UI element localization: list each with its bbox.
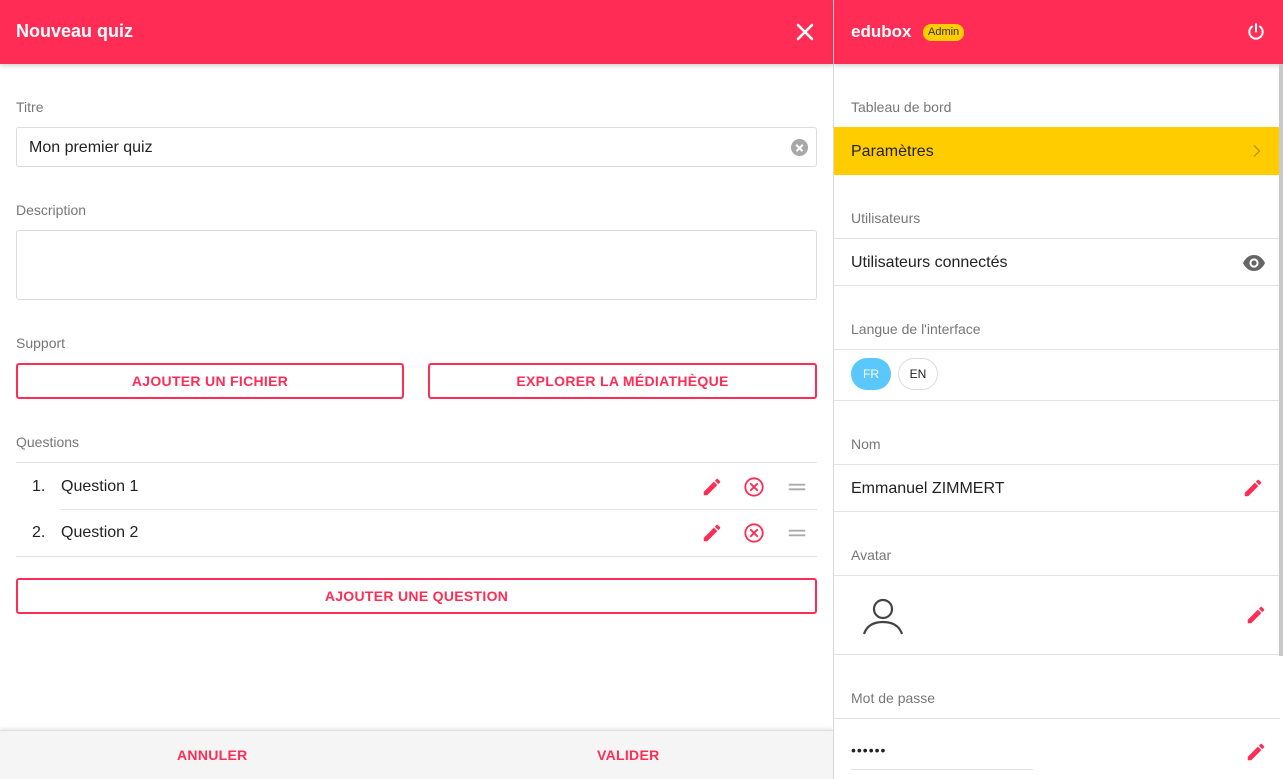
question-row[interactable]: 2. Question 2 [16,509,817,556]
validate-button[interactable]: VALIDER [597,747,660,763]
delete-icon[interactable] [743,476,765,498]
question-text: Question 2 [61,524,139,541]
description-textarea[interactable] [16,230,817,300]
name-value: Emmanuel ZIMMERT [851,480,1005,497]
divider [16,556,817,557]
question-row[interactable]: 1. Question 1 [16,462,817,509]
close-icon[interactable] [795,22,815,42]
sidebar-item-settings[interactable]: Paramètres [834,127,1280,175]
divider [851,769,1033,770]
title-input[interactable]: Mon premier quiz [16,127,817,167]
cancel-button[interactable]: ANNULER [177,747,248,763]
drag-handle-icon[interactable] [786,522,808,544]
description-label: Description [16,202,87,218]
dashboard-label: Tableau de bord [851,99,952,115]
user-avatar-icon [862,598,904,635]
questions-label: Questions [16,434,80,450]
action-bar: ANNULER VALIDER [0,730,833,779]
edit-icon[interactable] [1242,477,1264,499]
password-label: Mot de passe [851,690,936,706]
add-file-button[interactable]: AJOUTER UN FICHIER [16,363,404,399]
chevron-right-icon [1253,145,1261,157]
edit-icon[interactable] [1245,604,1267,626]
edit-icon[interactable] [1245,741,1267,763]
add-question-button[interactable]: AJOUTER UNE QUESTION [16,578,817,614]
sidebar-item-label: Paramètres [851,143,934,160]
explore-media-button[interactable]: EXPLORER LA MÉDIATHÈQUE [428,363,817,399]
settings-sidebar: edubox Admin Tableau de bord Paramètres … [833,0,1283,779]
title-label: Titre [16,99,44,115]
support-label: Support [16,335,66,351]
scrollbar[interactable] [1279,64,1283,656]
name-label: Nom [851,436,881,452]
edit-icon[interactable] [701,522,723,544]
eye-icon[interactable] [1242,253,1266,273]
sidebar-item-label: Utilisateurs connectés [851,254,1008,271]
language-label: Langue de l'interface [851,321,981,337]
edit-icon[interactable] [701,476,723,498]
brand-name: edubox [851,22,912,41]
admin-badge: Admin [923,24,965,41]
question-text: Question 1 [61,478,139,495]
clear-icon[interactable] [791,139,808,156]
power-icon[interactable] [1246,22,1266,42]
title-input-value: Mon premier quiz [29,139,153,156]
sidebar-item-connected-users[interactable]: Utilisateurs connectés [834,238,1280,286]
drag-handle-icon[interactable] [786,476,808,498]
lang-fr-button[interactable]: FR [851,358,891,390]
quiz-editor-panel: Nouveau quiz Titre Mon premier quiz Desc… [0,0,833,779]
name-row: Emmanuel ZIMMERT [834,464,1280,512]
question-number: 2. [32,524,46,541]
questions-list: 1. Question 1 2. Question 2 [16,462,817,557]
question-number: 1. [32,478,46,495]
lang-en-button[interactable]: EN [898,358,938,390]
users-label: Utilisateurs [851,210,921,226]
quiz-header: Nouveau quiz [0,0,833,64]
delete-icon[interactable] [743,522,765,544]
sidebar-header: edubox Admin [834,0,1283,64]
avatar-label: Avatar [851,547,892,563]
divider [61,509,817,510]
password-value: •••••• [851,742,887,758]
page-title: Nouveau quiz [16,21,134,41]
divider [834,718,1280,719]
